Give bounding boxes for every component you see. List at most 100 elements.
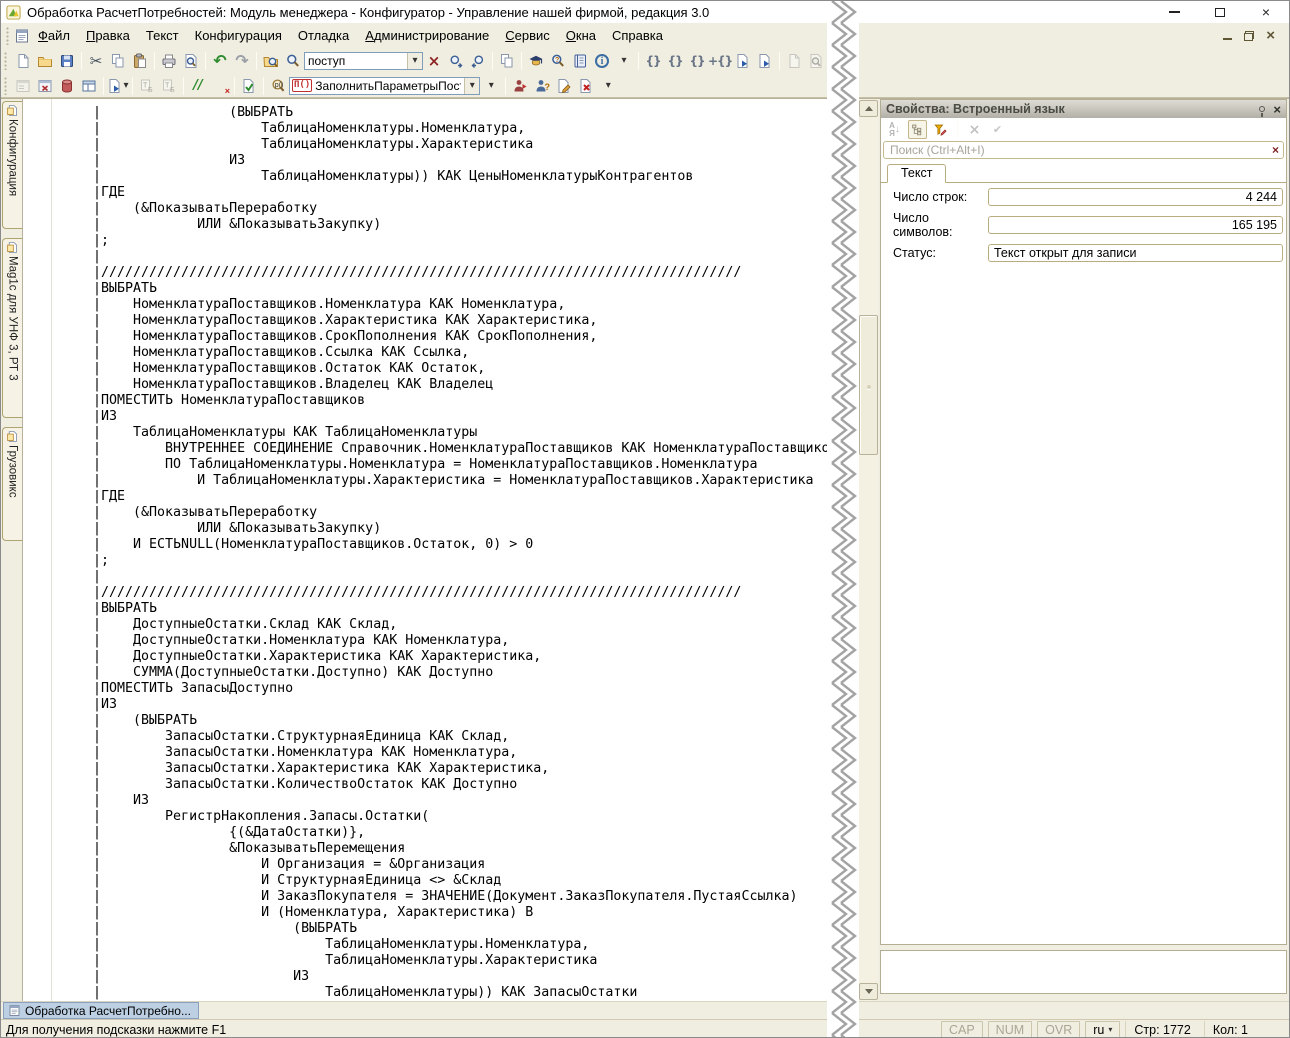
document-tab-icon xyxy=(6,430,19,443)
line-count-field[interactable]: 4 244 xyxy=(988,188,1283,206)
delete-document-button[interactable] xyxy=(575,75,597,97)
find-prev-button[interactable] xyxy=(467,50,489,72)
category-view-button[interactable] xyxy=(908,120,927,139)
copy-button[interactable] xyxy=(107,50,129,72)
properties-search-input[interactable] xyxy=(888,142,1270,158)
user-help-button[interactable] xyxy=(531,75,553,97)
table-box-button[interactable] xyxy=(78,75,100,97)
find-combo-dropdown[interactable]: ▾ xyxy=(407,53,422,69)
menu-configuration[interactable]: Конфигурация xyxy=(187,26,290,45)
keyboard-language-selector[interactable]: ru▾ xyxy=(1085,1021,1120,1038)
template-b-button[interactable] xyxy=(158,75,180,97)
toolbar-more-button[interactable]: ▾ xyxy=(613,50,635,72)
pin-icon[interactable] xyxy=(1259,106,1265,112)
char-count-field[interactable]: 165 195 xyxy=(988,216,1283,234)
format-block-button[interactable] xyxy=(754,50,776,72)
find-in-files-button[interactable] xyxy=(260,50,282,72)
close-button[interactable]: × xyxy=(1243,1,1289,23)
user-update-button[interactable] xyxy=(509,75,531,97)
filter-settings-button[interactable] xyxy=(931,120,950,139)
edit-document-button[interactable] xyxy=(553,75,575,97)
sidebar-tab-configuration[interactable]: Конфигурация xyxy=(2,101,22,229)
sidebar-tab-mag1c[interactable]: Mag1c для УНФ 3, РТ 3 xyxy=(2,238,22,418)
module-source-text[interactable]: | (ВЫБРАТЬ | ТаблицаНоменклатуры.Номенкл… xyxy=(23,99,857,1001)
find-input[interactable] xyxy=(305,54,407,68)
undo-button[interactable]: ↶ xyxy=(209,50,231,72)
menu-service[interactable]: Сервис xyxy=(497,26,558,45)
print-button[interactable] xyxy=(158,50,180,72)
expand-all-groups-button[interactable]: {} xyxy=(686,50,708,72)
print-preview-button[interactable] xyxy=(180,50,202,72)
procedures-more-button[interactable]: ▾ xyxy=(480,75,502,97)
procedures-input[interactable] xyxy=(312,79,464,93)
paste-button[interactable] xyxy=(129,50,151,72)
menu-edit[interactable]: Правка xyxy=(78,26,138,45)
menu-text[interactable]: Текст xyxy=(138,26,187,45)
code-editor[interactable]: | (ВЫБРАТЬ | ТаблицаНоменклатуры.Номенкл… xyxy=(23,99,857,1001)
scroll-down-button[interactable] xyxy=(859,983,878,1000)
mdi-minimize-button[interactable] xyxy=(1223,31,1232,40)
compare-files-button[interactable] xyxy=(783,50,805,72)
menu-windows[interactable]: Окна xyxy=(558,26,604,45)
scrollbar-thumb[interactable] xyxy=(859,315,878,455)
syntax-help-button[interactable] xyxy=(569,50,591,72)
cut-button[interactable]: ✂ xyxy=(85,50,107,72)
comment-button[interactable]: // xyxy=(187,75,209,97)
new-document-button[interactable] xyxy=(12,50,34,72)
goto-definition-button[interactable] xyxy=(732,50,754,72)
find-combo[interactable]: ▾ xyxy=(304,52,423,70)
form-window-button[interactable] xyxy=(12,75,34,97)
info-button[interactable]: i xyxy=(591,50,613,72)
find-button[interactable] xyxy=(282,50,304,72)
print-icon xyxy=(161,53,177,69)
scroll-up-button[interactable] xyxy=(859,100,878,117)
close-window-button[interactable] xyxy=(34,75,56,97)
menu-help[interactable]: Справка xyxy=(604,26,671,45)
module-check-button[interactable] xyxy=(238,75,260,97)
chevron-down-icon: ▾ xyxy=(412,56,417,66)
window-copy-button[interactable] xyxy=(496,50,518,72)
save-button[interactable] xyxy=(56,50,78,72)
menu-file[interactable]: Файл xyxy=(30,26,78,45)
add-group-button[interactable]: +{} xyxy=(708,50,732,72)
mdi-document-icon[interactable] xyxy=(14,28,30,44)
toolbar-grip[interactable] xyxy=(6,27,10,45)
goto-module-button[interactable]: ▾ xyxy=(107,75,129,97)
sort-alphabetical-button[interactable]: АЯ↓ xyxy=(885,120,904,139)
context-help-button[interactable] xyxy=(547,50,569,72)
editor-vertical-scrollbar[interactable] xyxy=(857,99,878,1001)
data-history-button[interactable] xyxy=(56,75,78,97)
collapse-all-groups-button[interactable]: {} xyxy=(664,50,686,72)
procedures-combo[interactable]: П() ▾ xyxy=(289,77,480,95)
property-label: Число строк: xyxy=(893,190,988,204)
mdi-close-button[interactable]: × xyxy=(1266,27,1275,44)
tab-text[interactable]: Текст xyxy=(887,164,946,183)
status-field[interactable]: Текст открыт для записи xyxy=(988,244,1283,262)
toolbar-grip[interactable] xyxy=(4,52,8,70)
find-next-button[interactable] xyxy=(445,50,467,72)
properties-close-button[interactable]: × xyxy=(1273,103,1281,116)
toolbar2-more-button[interactable]: ▾ xyxy=(597,75,619,97)
toolbar-grip[interactable] xyxy=(4,77,8,95)
redo-button[interactable]: ↷ xyxy=(231,50,253,72)
sidebar-tab-gruzovik[interactable]: Грузовикс xyxy=(2,427,22,541)
restore-button[interactable] xyxy=(1197,1,1243,23)
apply-edit-button[interactable]: ✔ xyxy=(988,120,1007,139)
procedures-search-button[interactable] xyxy=(267,75,289,97)
cancel-edit-button[interactable]: × xyxy=(965,120,984,139)
search-clear-icon[interactable]: × xyxy=(1270,143,1281,157)
uncomment-button[interactable]: × xyxy=(209,75,231,97)
clear-find-button[interactable]: × xyxy=(423,50,445,72)
template-a-button[interactable] xyxy=(136,75,158,97)
mdi-restore-button[interactable] xyxy=(1244,31,1254,41)
menu-debug[interactable]: Отладка xyxy=(290,26,357,45)
menu-administration[interactable]: Администрирование xyxy=(357,26,497,45)
collapse-group-button[interactable]: {} xyxy=(642,50,664,72)
syntax-check-button[interactable] xyxy=(525,50,547,72)
search-file-button[interactable] xyxy=(805,50,827,72)
minimize-button[interactable] xyxy=(1151,1,1197,23)
document-tab-active[interactable]: Обработка РасчетПотребно... xyxy=(3,1002,199,1019)
properties-search-box[interactable]: × xyxy=(883,141,1284,159)
open-button[interactable] xyxy=(34,50,56,72)
procedures-combo-dropdown[interactable]: ▾ xyxy=(464,78,479,94)
